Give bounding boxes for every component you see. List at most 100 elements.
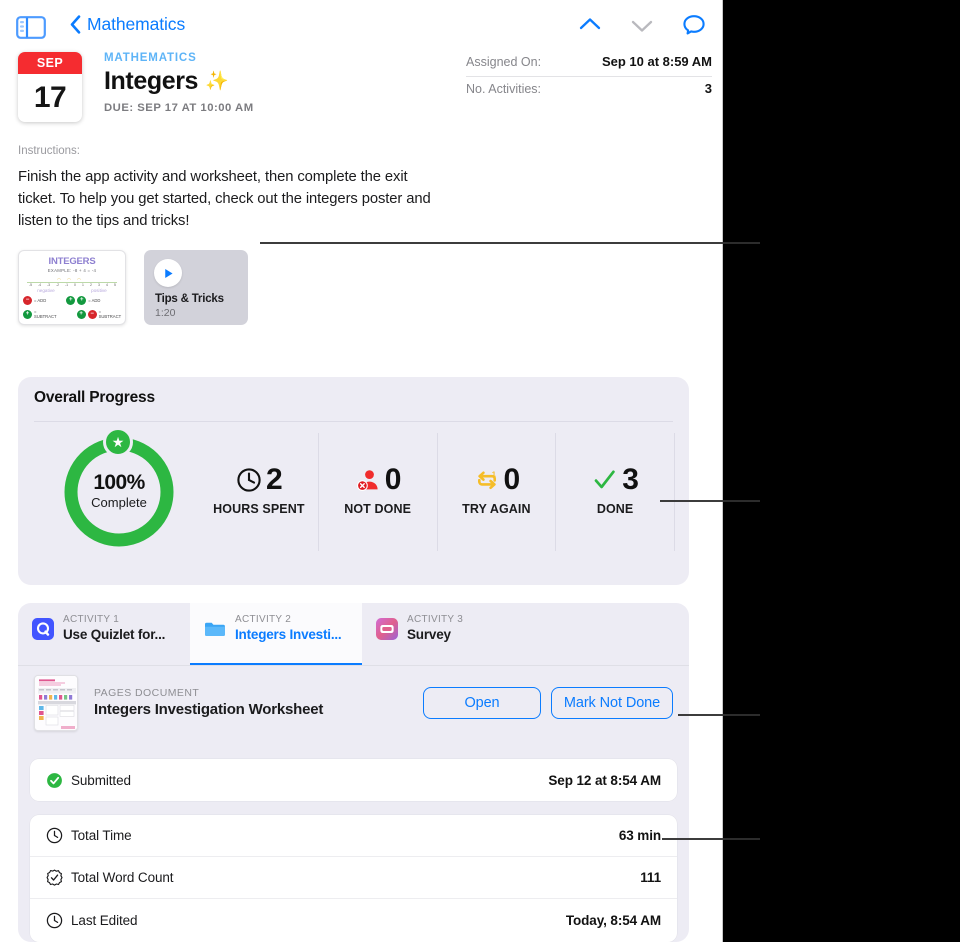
meta-key: No. Activities: (466, 82, 542, 96)
overall-progress-card: Overall Progress 100% Complete ★ 2 HOURS… (18, 377, 689, 585)
meta-key: Assigned On: (466, 55, 542, 69)
tab-activity-1[interactable]: ACTIVITY 1 Use Quizlet for... (18, 603, 190, 666)
rule-label: = SUBTRACT (98, 309, 122, 319)
meta-row-assigned-on: Assigned On: Sep 10 at 8:59 AM (466, 50, 712, 77)
callout-attachments (260, 242, 723, 244)
screenshot-root: Mathematics SEP 17 MATHEMATICS Integers … (0, 0, 960, 942)
poster-rule-row: − = ADD + + = ADD (23, 296, 121, 305)
page-title: Integers (104, 67, 199, 95)
plus-chip: + (77, 296, 87, 305)
pages-document-thumbnail[interactable] (34, 674, 78, 731)
plus-chip: + (66, 296, 76, 305)
callout-total-time (662, 838, 723, 840)
progress-stats: 2 HOURS SPENT 0 NOT DONE 1 0 TRY AGAIN 3… (200, 433, 675, 551)
play-icon (154, 259, 182, 287)
detail-label: Last Edited (71, 912, 138, 928)
divider (34, 421, 673, 422)
activity-detail-card: ACTIVITY 1 Use Quizlet for... ACTIVITY 2… (18, 603, 689, 942)
tab-key: ACTIVITY 1 (63, 614, 120, 625)
stat-hours-spent: 2 HOURS SPENT (200, 433, 319, 551)
star-badge-icon: ★ (103, 427, 133, 457)
person-not-done-icon (356, 470, 378, 491)
document-meta: PAGES DOCUMENT Integers Investigation Wo… (94, 687, 323, 718)
video-duration: 1:20 (155, 307, 176, 319)
stat-value: 0 (503, 463, 521, 496)
clock-icon (46, 827, 63, 844)
stat-value: 2 (266, 463, 283, 496)
integers-poster-thumbnail[interactable]: INTEGERS EXAMPLE: -8 + 4 = -4 ⌒ ⌒ ⌒ -5 -… (18, 250, 126, 325)
completion-sublabel: Complete (91, 495, 147, 510)
open-button[interactable]: Open (423, 686, 541, 719)
minus-chip: − (87, 309, 97, 319)
repeat-one-icon: 1 (477, 469, 496, 490)
submitted-label: Submitted (71, 772, 131, 788)
chevron-up-icon[interactable] (577, 13, 603, 37)
instructions-label: Instructions: (18, 145, 80, 157)
meta-row-activity-count: No. Activities: 3 (466, 77, 712, 103)
activity-tabs: ACTIVITY 1 Use Quizlet for... ACTIVITY 2… (18, 603, 689, 666)
stat-value: 0 (384, 463, 402, 496)
panel-right-edge (722, 0, 723, 942)
attachments-row: INTEGERS EXAMPLE: -8 + 4 = -4 ⌒ ⌒ ⌒ -5 -… (18, 250, 248, 325)
nav-right-actions (577, 13, 707, 37)
calendar-month: SEP (18, 52, 82, 74)
poster-sign-words: negative positive (19, 288, 125, 293)
tips-and-tricks-video[interactable]: Tips & Tricks 1:20 (144, 250, 248, 325)
callout-progress (660, 500, 723, 502)
stat-label: HOURS SPENT (213, 502, 305, 516)
speech-bubble-icon[interactable] (681, 13, 707, 37)
assignment-detail-panel: Mathematics SEP 17 MATHEMATICS Integers … (0, 0, 723, 942)
tab-activity-2[interactable]: ACTIVITY 2 Integers Investi... (190, 603, 362, 666)
number-line-graphic: ⌒ ⌒ ⌒ -5 -4 -3 -2 -1 0 1 2 3 4 5 (27, 278, 117, 287)
stat-not-done: 0 NOT DONE (319, 433, 438, 551)
meta-value: 3 (704, 81, 712, 96)
document-kind: PAGES DOCUMENT (94, 687, 200, 699)
document-actions: Open Mark Not Done (423, 686, 673, 719)
video-title: Tips & Tricks (155, 293, 224, 305)
sparkles-icon: ✨ (205, 71, 229, 92)
detail-label: Total Time (71, 828, 132, 843)
tab-activity-3[interactable]: ACTIVITY 3 Survey (362, 603, 534, 666)
folder-icon (204, 618, 226, 640)
completion-percent: 100% (93, 471, 145, 494)
submitted-card: Submitted Sep 12 at 8:54 AM (30, 759, 677, 801)
rule-label: = ADD (34, 298, 47, 303)
checkmark-icon (594, 470, 616, 489)
detail-value: 111 (640, 870, 661, 885)
callout-attachments-extension (723, 242, 760, 244)
sidebar-toggle-icon[interactable] (16, 16, 46, 39)
rule-label: = ADD (88, 298, 101, 303)
assignment-meta-table: Assigned On: Sep 10 at 8:59 AM No. Activ… (466, 50, 712, 103)
back-to-mathematics-link[interactable]: Mathematics (70, 14, 185, 35)
detail-row-word-count: Total Word Count 111 (30, 857, 677, 899)
back-label: Mathematics (87, 14, 186, 34)
callout-progress-extension (723, 500, 760, 502)
submission-details-card: Total Time 63 min Total Word Count 111 L… (30, 815, 677, 942)
assignment-header: MATHEMATICS Integers ✨ DUE: SEP 17 AT 10… (104, 52, 254, 114)
stat-value: 3 (622, 463, 639, 496)
mark-not-done-button[interactable]: Mark Not Done (551, 686, 673, 719)
detail-row-total-time: Total Time 63 min (30, 815, 677, 857)
quizlet-app-icon (32, 618, 54, 640)
chevron-down-icon[interactable] (629, 13, 655, 37)
calendar-day: 17 (33, 81, 67, 114)
stat-try-again: 1 0 TRY AGAIN (438, 433, 557, 551)
course-name: MATHEMATICS (104, 52, 197, 64)
poster-negative-word: negative (37, 288, 55, 293)
stat-label: NOT DONE (344, 502, 412, 516)
plus-chip: + (76, 309, 86, 319)
callout-mark-not-done-extension (723, 714, 760, 716)
rule-label: = SUBTRACT (34, 309, 57, 319)
overall-progress-title: Overall Progress (34, 389, 155, 406)
tab-key: ACTIVITY 2 (235, 614, 292, 625)
chevron-left-icon (70, 15, 81, 34)
stat-done: 3 DONE (556, 433, 675, 551)
due-text: DUE: SEP 17 AT 10:00 AM (104, 102, 254, 114)
callout-mark-not-done (678, 714, 723, 716)
poster-positive-word: positive (91, 288, 107, 293)
tab-label: Use Quizlet for... (63, 627, 166, 642)
poster-rule-row: + = SUBTRACT + − = SUBTRACT (23, 309, 121, 319)
clock-icon (237, 468, 261, 492)
minus-chip: − (23, 296, 32, 305)
navigation-bar: Mathematics (0, 0, 723, 46)
